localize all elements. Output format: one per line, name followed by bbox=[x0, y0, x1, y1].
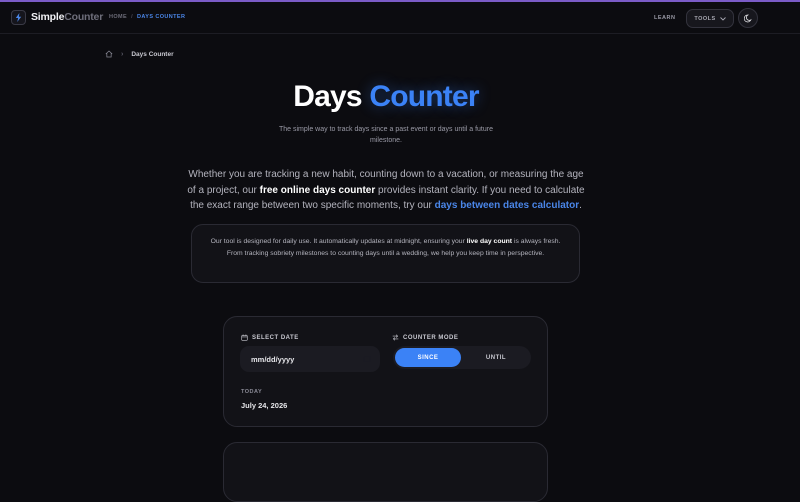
brand-name[interactable]: SimpleCounter bbox=[31, 11, 103, 23]
select-date-label: SELECT DATE bbox=[241, 334, 299, 341]
counter-mode-label: COUNTER MODE bbox=[392, 334, 458, 341]
today-value: July 24, 2026 bbox=[241, 401, 288, 410]
page-subtitle: The simple way to track days since a pas… bbox=[279, 126, 493, 144]
calendar-icon bbox=[241, 334, 248, 341]
nav-crumb-home[interactable]: HOME bbox=[109, 14, 127, 20]
breadcrumb: › Days Counter bbox=[105, 50, 174, 58]
nav-breadcrumb: HOME / DAYS COUNTER bbox=[109, 14, 185, 20]
intro-text-3: . bbox=[579, 200, 582, 211]
chevron-down-icon bbox=[719, 16, 726, 21]
today-label: TODAY bbox=[241, 389, 263, 395]
tools-label: TOOLS bbox=[694, 15, 716, 22]
mode-since-button[interactable]: SINCE bbox=[395, 348, 461, 367]
info-note-card: Our tool is designed for daily use. It a… bbox=[191, 224, 580, 283]
counter-form-card: SELECT DATE mm/dd/yyyy COUNTER MODE SINC… bbox=[223, 316, 548, 427]
page-title-part2: Counter bbox=[369, 80, 479, 113]
date-input[interactable]: mm/dd/yyyy bbox=[240, 346, 380, 372]
breadcrumb-separator: › bbox=[121, 50, 124, 58]
days-between-dates-link[interactable]: days between dates calculator bbox=[435, 200, 580, 211]
date-placeholder: mm/dd/yyyy bbox=[251, 354, 295, 364]
brand-primary: Simple bbox=[31, 11, 65, 23]
moon-icon bbox=[743, 14, 752, 22]
learn-link[interactable]: LEARN bbox=[654, 15, 675, 21]
bolt-icon bbox=[15, 13, 22, 22]
intro-paragraph: Whether you are tracking a new habit, co… bbox=[186, 167, 586, 214]
counter-mode-text: COUNTER MODE bbox=[403, 334, 459, 341]
page-title: Days Counter bbox=[0, 80, 772, 114]
note-text-1: Our tool is designed for daily use. It a… bbox=[210, 238, 467, 245]
theme-toggle-button[interactable] bbox=[738, 8, 758, 28]
date-picker-icon[interactable] bbox=[363, 355, 371, 363]
nav-crumb-separator: / bbox=[131, 14, 134, 20]
tools-dropdown[interactable]: TOOLS bbox=[686, 9, 734, 28]
select-date-text: SELECT DATE bbox=[252, 334, 299, 341]
breadcrumb-current: Days Counter bbox=[131, 50, 174, 58]
top-nav: SimpleCounter HOME / DAYS COUNTER LEARN TO… bbox=[0, 2, 800, 34]
nav-crumb-current: DAYS COUNTER bbox=[137, 14, 186, 20]
note-bold: live day count bbox=[466, 238, 513, 245]
page-title-part1: Days bbox=[293, 80, 362, 113]
brand-secondary: Counter bbox=[64, 11, 104, 23]
home-icon[interactable] bbox=[105, 50, 113, 58]
logo[interactable] bbox=[11, 10, 26, 25]
result-card bbox=[223, 442, 548, 502]
swap-icon bbox=[392, 334, 399, 341]
counter-mode-toggle: SINCE UNTIL bbox=[393, 346, 531, 369]
intro-bold: free online days counter bbox=[259, 184, 376, 196]
mode-until-button[interactable]: UNTIL bbox=[463, 348, 529, 367]
